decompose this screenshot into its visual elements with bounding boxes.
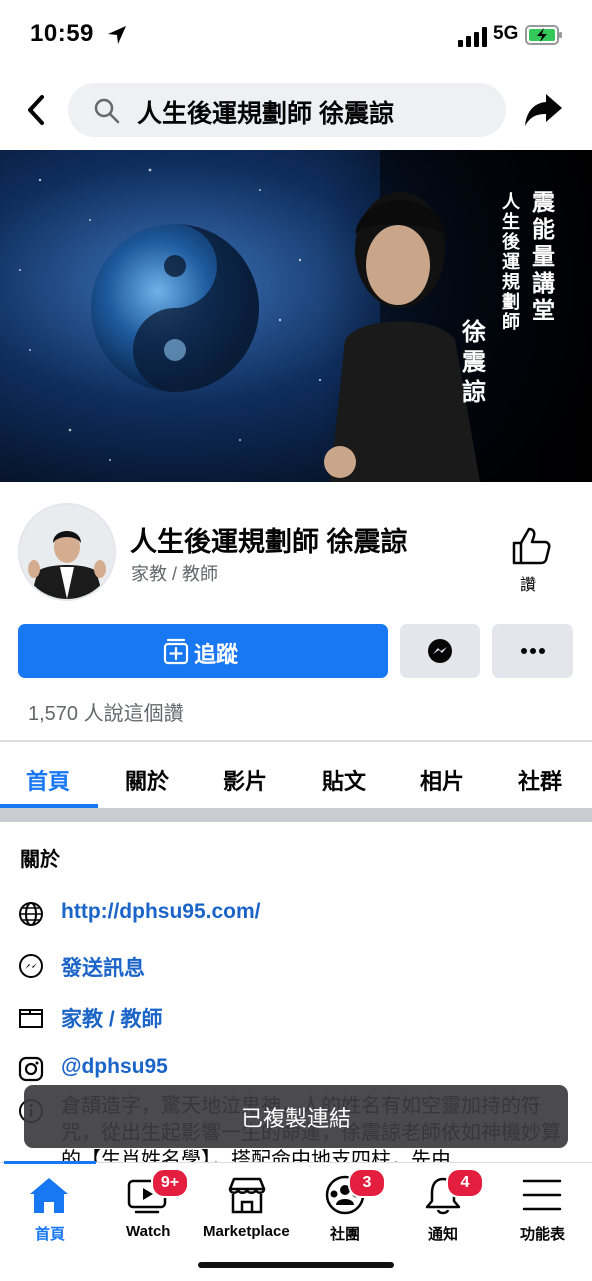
- cellular-signal-icon: [458, 27, 487, 47]
- marketplace-icon[interactable]: [225, 1175, 269, 1215]
- watch-badge: 9+: [151, 1168, 189, 1198]
- messenger-button[interactable]: [400, 624, 480, 678]
- category-link[interactable]: 家教 / 教師: [61, 1003, 163, 1033]
- follow-add-icon: [163, 638, 189, 665]
- battery-charging-icon: [525, 25, 562, 45]
- status-time: 10:59: [30, 20, 94, 47]
- about-heading: 關於: [20, 849, 60, 871]
- tab-home[interactable]: 首頁: [26, 764, 70, 796]
- cover-photo[interactable]: 震能量講堂 人生後運規劃師 徐震諒: [0, 150, 592, 482]
- share-icon[interactable]: [522, 90, 564, 130]
- follow-label: 追蹤: [194, 642, 239, 667]
- tab-community[interactable]: 社群: [518, 764, 562, 796]
- like-label[interactable]: 讚: [520, 571, 536, 595]
- back-arrow-icon[interactable]: [22, 92, 52, 128]
- instagram-icon: [18, 1056, 44, 1082]
- category-icon: [19, 1009, 43, 1028]
- search-icon: [94, 98, 120, 124]
- groups-badge: 3: [348, 1168, 386, 1198]
- cover-image: 震能量講堂 人生後運規劃師 徐震諒: [0, 150, 592, 482]
- messenger-outline-icon: [19, 954, 43, 978]
- more-options-button[interactable]: [492, 624, 573, 678]
- like-thumb-icon[interactable]: [510, 525, 552, 567]
- tab-posts[interactable]: 貼文: [322, 764, 366, 796]
- page-category: 家教 / 教師: [131, 564, 219, 584]
- section-separator: [0, 808, 592, 822]
- nav-home-label[interactable]: 首頁: [35, 1223, 65, 1244]
- network-type: 5G: [493, 23, 519, 44]
- profile-avatar[interactable]: [18, 503, 116, 601]
- likes-count: 1,570 人說這個讚: [28, 703, 184, 725]
- avatar-image: [20, 505, 114, 599]
- search-query: 人生後運規劃師 徐震諒: [137, 100, 394, 128]
- menu-icon[interactable]: [520, 1175, 564, 1215]
- tabs-divider: [0, 740, 592, 742]
- home-icon[interactable]: [27, 1175, 71, 1215]
- nav-menu-label[interactable]: 功能表: [520, 1223, 565, 1244]
- notifications-badge: 4: [446, 1168, 484, 1198]
- ellipsis-icon: [521, 648, 545, 654]
- website-link[interactable]: http://dphsu95.com/: [61, 900, 261, 924]
- cover-title: 震能量講堂: [532, 189, 556, 323]
- tab-videos[interactable]: 影片: [223, 764, 267, 796]
- home-indicator: [198, 1262, 394, 1268]
- page-title: 人生後運規劃師 徐震諒: [130, 527, 408, 557]
- nav-watch-label[interactable]: Watch: [126, 1223, 170, 1240]
- globe-icon: [19, 902, 43, 926]
- send-message-link[interactable]: 發送訊息: [61, 952, 145, 982]
- nav-marketplace-label[interactable]: Marketplace: [203, 1223, 290, 1240]
- cover-subtitle: 人生後運規劃師: [502, 192, 521, 332]
- toast-message: 已複製連結: [240, 1106, 351, 1131]
- tab-photos[interactable]: 相片: [420, 764, 464, 796]
- nav-groups-label[interactable]: 社團: [330, 1223, 360, 1244]
- messenger-icon: [428, 639, 452, 663]
- cover-name: 徐震諒: [461, 318, 487, 406]
- tab-about[interactable]: 關於: [125, 764, 169, 796]
- instagram-link[interactable]: @dphsu95: [61, 1055, 168, 1079]
- location-arrow-icon: [108, 26, 126, 44]
- active-nav-indicator: [4, 1161, 96, 1164]
- nav-notifications-label[interactable]: 通知: [428, 1223, 458, 1244]
